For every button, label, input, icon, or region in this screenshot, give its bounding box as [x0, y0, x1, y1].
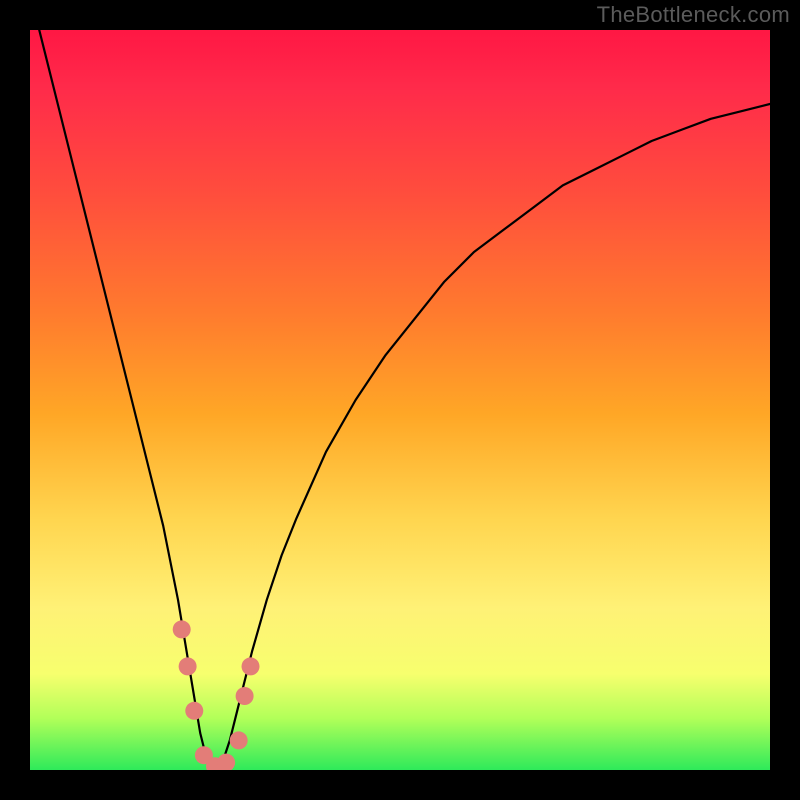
- plot-area: [30, 30, 770, 770]
- watermark-text: TheBottleneck.com: [597, 2, 790, 28]
- marker-dot: [185, 702, 203, 720]
- marker-dot: [242, 657, 260, 675]
- marker-dot: [236, 687, 254, 705]
- marker-dot: [206, 757, 224, 770]
- marker-dot: [217, 754, 235, 770]
- bottleneck-curve: [30, 30, 770, 770]
- marker-dot: [173, 620, 191, 638]
- curve-svg: [30, 30, 770, 770]
- marker-dot: [230, 731, 248, 749]
- marker-dot: [179, 657, 197, 675]
- marker-dot: [195, 746, 213, 764]
- frame: TheBottleneck.com: [0, 0, 800, 800]
